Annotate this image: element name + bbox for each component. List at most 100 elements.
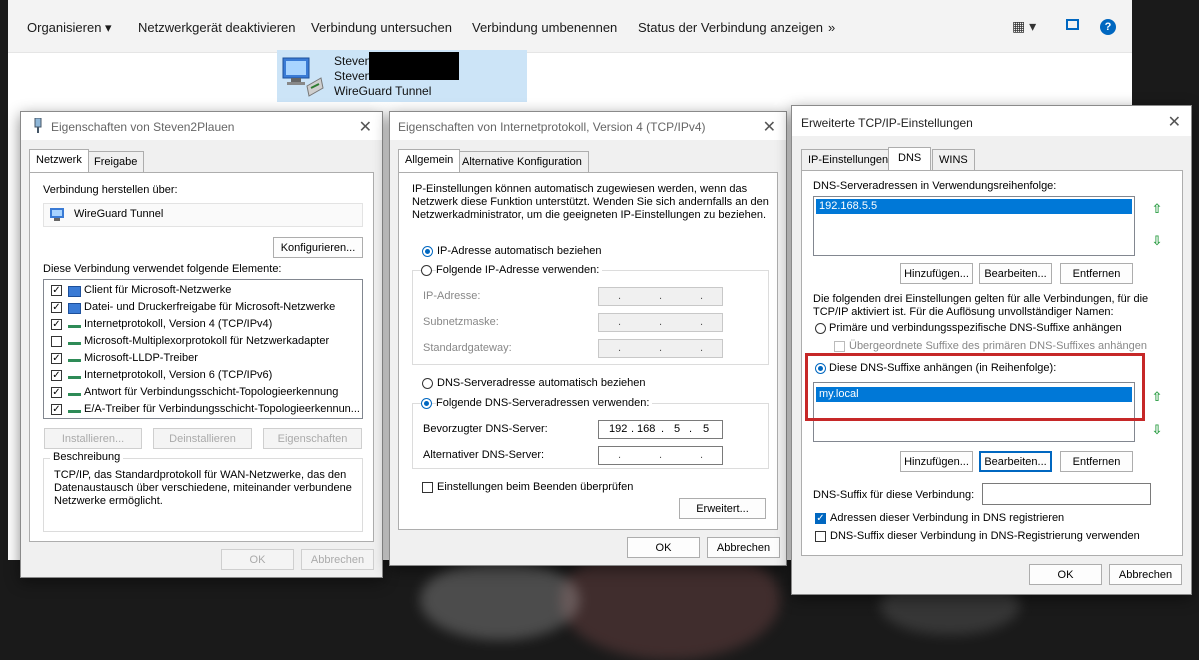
subnet-mask-field[interactable]: ... (598, 313, 723, 332)
organize-menu[interactable]: Organisieren ▾ (27, 20, 112, 36)
move-down-icon[interactable]: ⇩ (1147, 231, 1167, 251)
uninstall-button[interactable]: Deinstallieren (153, 428, 252, 449)
list-item[interactable]: ✓ Internetprotokoll, Version 4 (TCP/IPv4) (48, 317, 360, 333)
item-checkbox[interactable]: ✓ (51, 353, 62, 364)
ip-manual-radio[interactable] (421, 265, 432, 276)
protocol-icon (68, 405, 81, 413)
tab-sharing[interactable]: Freigabe (87, 151, 145, 172)
dns-manual-radio[interactable] (421, 398, 432, 409)
network-client-icon (68, 286, 81, 297)
add-dns-server-button[interactable]: Hinzufügen... (900, 263, 973, 284)
ip-manual-group: Folgende IP-Adresse verwenden: IP-Adress… (412, 264, 769, 365)
dns-servers-list[interactable]: 192.168.5.5 (813, 196, 1135, 256)
list-item[interactable]: Microsoft-Multiplexorprotokoll für Netzw… (48, 334, 360, 350)
dns-manual-group: Folgende DNS-Serveradressen verwenden: B… (412, 397, 769, 469)
edit-dns-server-button[interactable]: Bearbeiten... (979, 263, 1052, 284)
add-suffix-button[interactable]: Hinzufügen... (900, 451, 973, 472)
network-connection-item[interactable]: Steven Steven WireGuard Tunnel (277, 50, 527, 102)
tab-dns[interactable]: DNS (888, 147, 932, 170)
tab-network[interactable]: Netzwerk (29, 149, 89, 172)
suffix-move-up-icon[interactable]: ⇧ (1147, 387, 1167, 407)
ok-button[interactable]: OK (1029, 564, 1102, 585)
item-checkbox[interactable] (51, 336, 62, 347)
disable-device-button[interactable]: Netzwerkgerät deaktivieren (138, 20, 296, 35)
suffix-move-down-icon[interactable]: ⇩ (1147, 420, 1167, 440)
diagnose-connection-button[interactable]: Verbindung untersuchen (311, 20, 452, 35)
network-client-icon (68, 303, 81, 314)
alternate-dns-field[interactable]: ... (598, 446, 723, 465)
preview-pane-icon[interactable] (1066, 19, 1079, 30)
remove-dns-server-button[interactable]: Entfernen (1060, 263, 1133, 284)
cancel-button[interactable]: Abbrechen (707, 537, 780, 558)
ok-button[interactable]: OK (627, 537, 700, 558)
ip-auto-radio[interactable] (422, 246, 433, 257)
network-icon (34, 118, 42, 133)
close-icon[interactable]: ✕ (359, 117, 372, 137)
network-tab-panel: Verbindung herstellen über: WireGuard Tu… (29, 172, 374, 542)
list-item[interactable]: ✓ Microsoft-LLDP-Treiber (48, 351, 360, 367)
redaction-block (369, 52, 459, 80)
general-tab-panel: IP-Einstellungen können automatisch zuge… (398, 172, 778, 530)
tab-general[interactable]: Allgemein (398, 149, 461, 172)
dialog-title: Eigenschaften von Steven2Plauen (51, 120, 235, 134)
tab-ip-settings[interactable]: IP-Einstellungen (801, 149, 896, 170)
protocol-icon (68, 337, 81, 345)
connection-adapter: WireGuard Tunnel (334, 84, 432, 98)
connection-network: Steven (334, 69, 372, 83)
list-item[interactable]: ✓ E/A-Treiber für Verbindungsschicht-Topo… (48, 402, 360, 418)
remove-suffix-button[interactable]: Entfernen (1060, 451, 1133, 472)
item-checkbox[interactable]: ✓ (51, 370, 62, 381)
adapter-box: WireGuard Tunnel (43, 203, 363, 227)
item-checkbox[interactable]: ✓ (51, 404, 62, 415)
list-item[interactable]: 192.168.5.5 (816, 199, 1132, 214)
close-icon[interactable]: ✕ (763, 117, 776, 137)
title-bar: Erweiterte TCP/IP-Einstellungen ✕ (792, 106, 1191, 136)
register-dns-checkbox[interactable]: ✓ (815, 513, 826, 524)
configure-button[interactable]: Konfigurieren... (273, 237, 363, 258)
protocol-icon (68, 388, 81, 396)
validate-checkbox[interactable] (422, 482, 433, 493)
list-item[interactable]: ✓ Datei- und Druckerfreigabe für Microsof… (48, 300, 360, 316)
list-item[interactable]: ✓ Internetprotokoll, Version 6 (TCP/IPv6) (48, 368, 360, 384)
cancel-button[interactable]: Abbrechen (1109, 564, 1182, 585)
tab-alternate-config[interactable]: Alternative Konfiguration (455, 151, 589, 172)
more-commands-button[interactable]: » (828, 20, 835, 35)
protocol-icon (68, 371, 81, 379)
dialog-title: Erweiterte TCP/IP-Einstellungen (801, 116, 973, 130)
connection-suffix-input[interactable] (982, 483, 1151, 505)
properties-button[interactable]: Eigenschaften (263, 428, 362, 449)
dns-tab-panel: DNS-Serveradressen in Verwendungsreihenf… (801, 170, 1183, 556)
list-item[interactable]: ✓ Client für Microsoft-Netzwerke (48, 283, 360, 299)
install-button[interactable]: Installieren... (44, 428, 142, 449)
title-bar: Eigenschaften von Internetprotokoll, Ver… (390, 112, 786, 140)
ok-button[interactable]: OK (221, 549, 294, 570)
advanced-button[interactable]: Erweitert... (679, 498, 766, 519)
item-checkbox[interactable]: ✓ (51, 387, 62, 398)
tab-wins[interactable]: WINS (932, 149, 975, 170)
parent-suffix-checkbox[interactable] (834, 341, 845, 352)
description-group: Beschreibung TCP/IP, das Standardprotoko… (43, 451, 363, 532)
item-checkbox[interactable]: ✓ (51, 319, 62, 330)
title-bar: Eigenschaften von Steven2Plauen ✕ (21, 112, 382, 140)
items-list[interactable]: ✓ Client für Microsoft-Netzwerke ✓ Datei- u… (43, 279, 363, 419)
rename-connection-button[interactable]: Verbindung umbenennen (472, 20, 617, 35)
cancel-button[interactable]: Abbrechen (301, 549, 374, 570)
network-adapter-icon (282, 57, 324, 97)
ip-address-field[interactable]: ... (598, 287, 723, 306)
edit-suffix-button[interactable]: Bearbeiten... (979, 451, 1052, 472)
preferred-dns-field[interactable]: 192 . 168 . 5 . 5 (598, 420, 723, 439)
list-item[interactable]: ✓ Antwort für Verbindungsschicht-Topologi… (48, 385, 360, 401)
view-options-icon[interactable]: ▦ ▾ (1012, 18, 1036, 35)
gateway-field[interactable]: ... (598, 339, 723, 358)
help-icon[interactable]: ? (1100, 19, 1116, 35)
item-checkbox[interactable]: ✓ (51, 285, 62, 296)
move-up-icon[interactable]: ⇧ (1147, 199, 1167, 219)
item-checkbox[interactable]: ✓ (51, 302, 62, 313)
highlight-annotation (805, 353, 1145, 421)
primary-suffix-radio[interactable] (815, 323, 826, 334)
protocol-icon (68, 320, 81, 328)
dns-auto-radio[interactable] (422, 378, 433, 389)
close-icon[interactable]: ✕ (1168, 112, 1181, 132)
use-suffix-checkbox[interactable] (815, 531, 826, 542)
view-status-button[interactable]: Status der Verbindung anzeigen (638, 20, 823, 35)
